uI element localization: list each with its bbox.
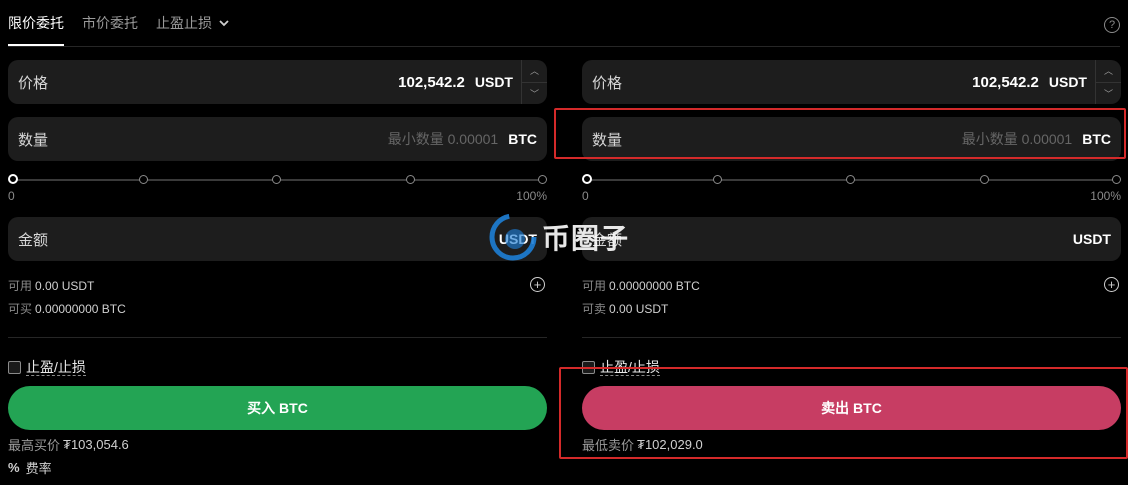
tab-limit-order[interactable]: 限价委托 xyxy=(8,0,64,46)
chevron-up-icon[interactable]: ︿ xyxy=(1096,60,1121,83)
slider-min-label: 0 xyxy=(8,189,15,203)
best-ask-value: ₮102,029.0 xyxy=(637,436,703,452)
buy-percent-slider[interactable] xyxy=(8,169,547,189)
slider-handle[interactable] xyxy=(8,174,18,184)
quantity-label: 数量 xyxy=(18,131,49,149)
sell-price-field[interactable]: 价格 102,542.2 USDT ︿ ﹀ xyxy=(582,60,1121,104)
quantity-unit: BTC xyxy=(1082,131,1111,147)
slider-labels: 0 100% xyxy=(8,189,547,207)
best-ask: 最低卖价 ₮102,029.0 xyxy=(582,430,1121,458)
amount-unit: USDT xyxy=(498,231,537,247)
slider-max-label: 100% xyxy=(1090,189,1121,203)
slider-step-25[interactable] xyxy=(713,175,722,184)
sell-button[interactable]: 卖出 BTC xyxy=(582,386,1121,430)
chevron-down-icon[interactable]: ﹀ xyxy=(522,83,547,105)
sell-panel: 价格 102,542.2 USDT ︿ ﹀ 数量 最小数量 0.00001 BT… xyxy=(582,60,1121,458)
slider-step-100[interactable] xyxy=(538,175,547,184)
quantity-placeholder[interactable]: 最小数量 0.00001 xyxy=(622,129,1073,149)
buy-price-field[interactable]: 价格 102,542.2 USDT ︿ ﹀ xyxy=(8,60,547,104)
sell-tpsl-toggle[interactable]: 止盈/止损 xyxy=(582,357,1121,377)
slider-max-label: 100% xyxy=(516,189,547,203)
tpsl-checkbox[interactable] xyxy=(582,360,595,374)
best-bid-value: ₮103,054.6 xyxy=(63,436,129,452)
slider-step-50[interactable] xyxy=(272,175,281,184)
tab-divider xyxy=(8,46,1120,47)
amount-unit: USDT xyxy=(1072,231,1111,247)
best-ask-key: 最低卖价 xyxy=(582,437,635,453)
price-value[interactable]: 102,542.2 xyxy=(622,74,1039,91)
slider-step-75[interactable] xyxy=(406,175,415,184)
chevron-down-icon[interactable]: ﹀ xyxy=(1096,83,1121,105)
plus-circle-icon[interactable]: + xyxy=(1104,277,1119,292)
price-unit: USDT xyxy=(474,74,513,90)
tab-label: 限价委托 xyxy=(8,15,64,31)
available-value: 0.00 USDT xyxy=(35,278,95,293)
sell-balance: 可用 0.00000000 BTC 可卖 0.00 USDT + xyxy=(582,274,1121,320)
can-buy-value: 0.00000000 BTC xyxy=(35,301,126,316)
buy-panel: 价格 102,542.2 USDT ︿ ﹀ 数量 最小数量 0.00001 BT… xyxy=(8,60,547,458)
available-key: 可用 xyxy=(8,279,33,293)
can-sell-key: 可卖 xyxy=(582,302,607,316)
amount-label: 金额 xyxy=(18,231,49,249)
plus-circle-icon[interactable]: + xyxy=(530,277,545,292)
fee-rate-label: 费率 xyxy=(25,461,52,476)
percent-icon: % xyxy=(8,460,20,475)
slider-step-75[interactable] xyxy=(980,175,989,184)
fee-rate-link[interactable]: % 费率 xyxy=(8,458,52,477)
tab-market-order[interactable]: 市价委托 xyxy=(82,0,138,46)
buy-balance: 可用 0.00 USDT 可买 0.00000000 BTC + xyxy=(8,274,547,320)
sell-percent-slider[interactable] xyxy=(582,169,1121,189)
price-unit: USDT xyxy=(1048,74,1087,90)
buy-quantity-field[interactable]: 数量 最小数量 0.00001 BTC xyxy=(8,117,547,161)
chevron-up-icon[interactable]: ︿ xyxy=(522,60,547,83)
tpsl-checkbox[interactable] xyxy=(8,360,21,374)
quantity-label: 数量 xyxy=(592,131,623,149)
divider xyxy=(582,337,1121,338)
available-value: 0.00000000 BTC xyxy=(609,278,700,293)
can-sell-value: 0.00 USDT xyxy=(609,301,669,316)
best-bid-key: 最高买价 xyxy=(8,437,61,453)
buy-tpsl-toggle[interactable]: 止盈/止损 xyxy=(8,357,547,377)
slider-min-label: 0 xyxy=(582,189,589,203)
slider-labels: 0 100% xyxy=(582,189,1121,207)
buy-amount-field[interactable]: 金额 USDT xyxy=(8,217,547,261)
tab-tp-sl[interactable]: 止盈止损 xyxy=(156,0,230,46)
slider-step-50[interactable] xyxy=(846,175,855,184)
quantity-unit: BTC xyxy=(508,131,537,147)
quantity-placeholder[interactable]: 最小数量 0.00001 xyxy=(48,129,499,149)
sell-amount-field[interactable]: 金额 USDT xyxy=(582,217,1121,261)
divider xyxy=(8,337,547,338)
price-label: 价格 xyxy=(592,74,623,92)
available-key: 可用 xyxy=(582,279,607,293)
buy-button[interactable]: 买入 BTC xyxy=(8,386,547,430)
can-buy-key: 可买 xyxy=(8,302,33,316)
help-icon[interactable]: ? xyxy=(1104,17,1120,33)
price-label: 价格 xyxy=(18,74,49,92)
price-value[interactable]: 102,542.2 xyxy=(48,74,465,91)
best-bid: 最高买价 ₮103,054.6 xyxy=(8,430,547,458)
tpsl-label[interactable]: 止盈/止损 xyxy=(600,359,660,376)
order-type-tabs: 限价委托 市价委托 止盈止损 xyxy=(8,0,248,46)
sell-quantity-field[interactable]: 数量 最小数量 0.00001 BTC xyxy=(582,117,1121,161)
tab-label: 止盈止损 xyxy=(156,15,212,31)
price-stepper[interactable]: ︿ ﹀ xyxy=(1095,60,1121,104)
chevron-down-icon xyxy=(219,20,229,27)
tpsl-label[interactable]: 止盈/止损 xyxy=(26,359,86,376)
slider-step-25[interactable] xyxy=(139,175,148,184)
slider-handle[interactable] xyxy=(582,174,592,184)
slider-step-100[interactable] xyxy=(1112,175,1121,184)
amount-label: 金额 xyxy=(592,231,623,249)
tab-label: 市价委托 xyxy=(82,15,138,31)
price-stepper[interactable]: ︿ ﹀ xyxy=(521,60,547,104)
